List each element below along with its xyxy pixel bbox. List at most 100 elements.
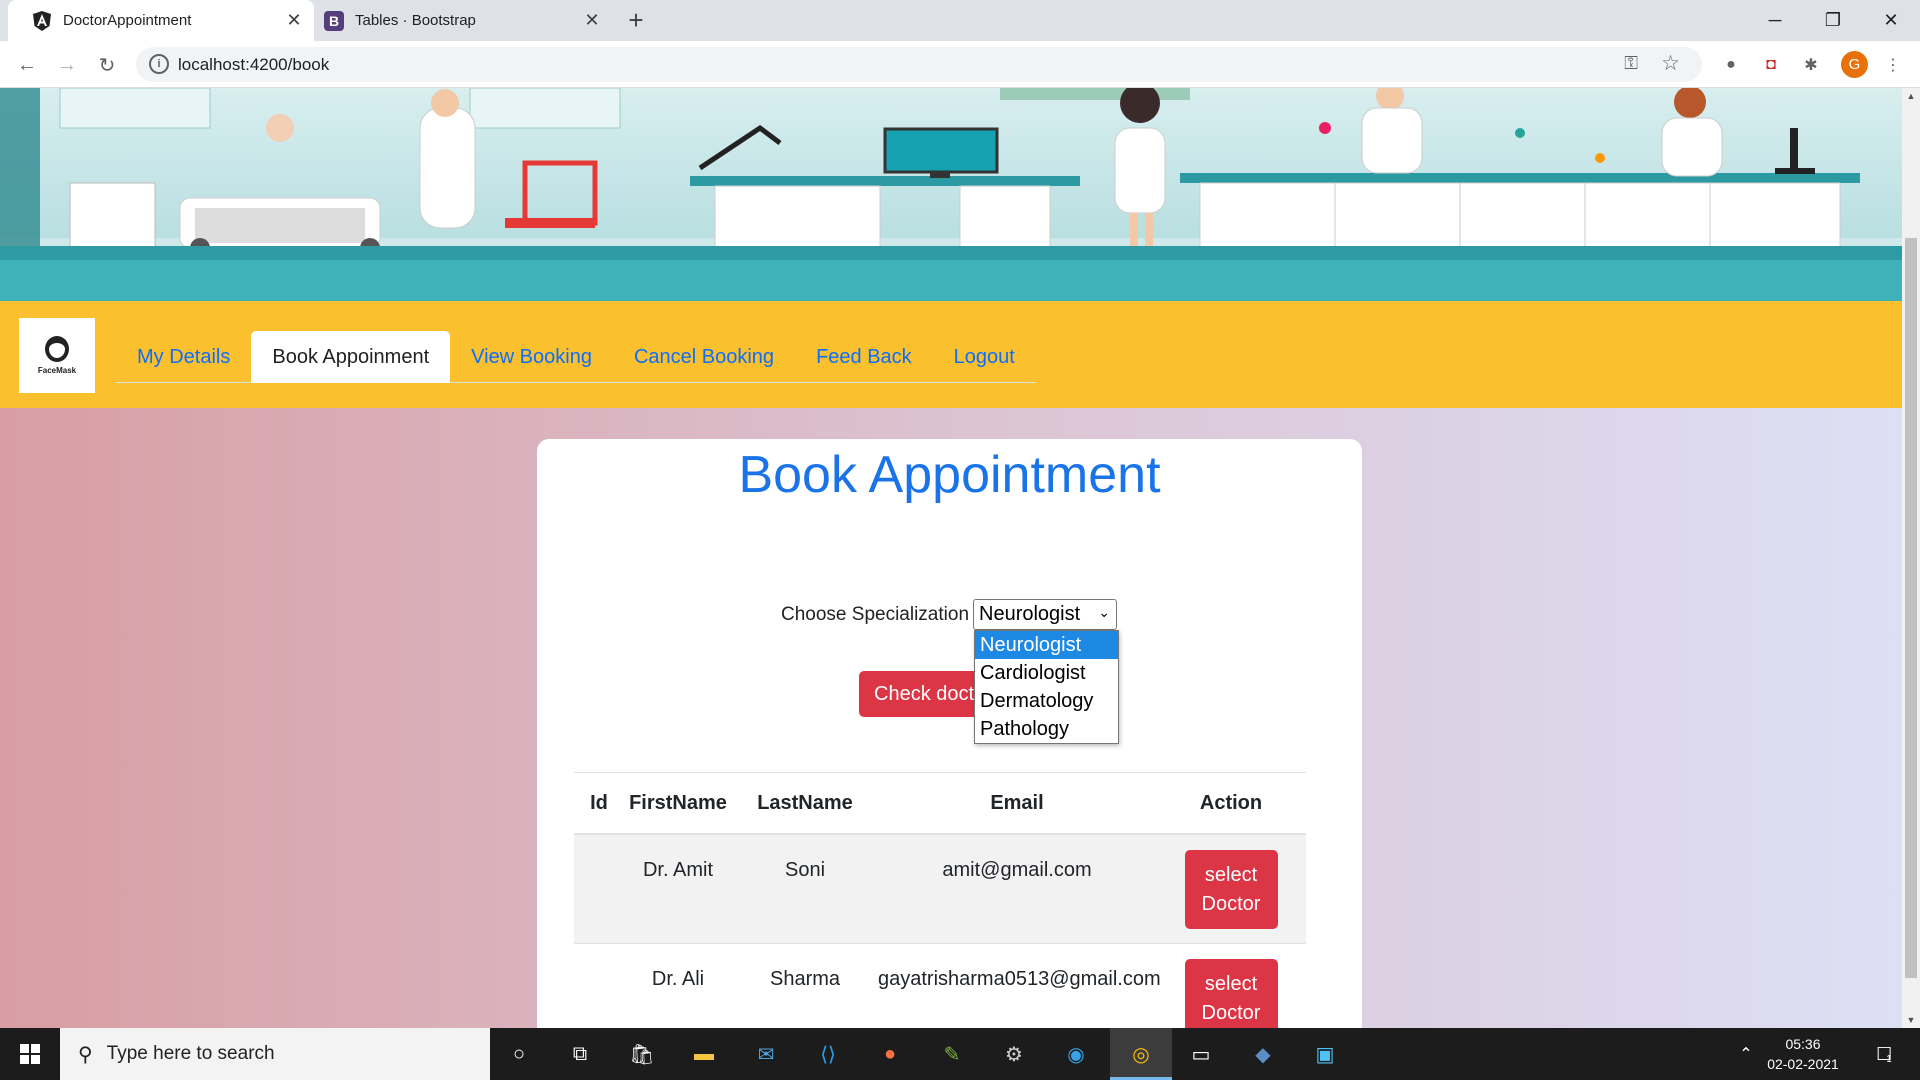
cell-email: amit@gmail.com — [942, 859, 1092, 881]
windows-taskbar: ⚲ Type here to search ○ ⧉ 🛍 ▬ ✉ ⟨⟩ ● ✎ ⚙… — [0, 1028, 1920, 1080]
address-bar: ← → ↻ i localhost:4200/book ⚿ ☆ ● ◘ ✱ G … — [0, 41, 1920, 88]
tab-bootstrap-tables[interactable]: B Tables · Bootstrap ✕ — [314, 0, 612, 41]
table-header-row: Id FirstName LastName Email Action — [574, 773, 1306, 835]
chevron-down-icon: ⌄ — [1098, 604, 1110, 620]
doctors-table: Id FirstName LastName Email Action Dr. A… — [574, 772, 1306, 1028]
check-doctors-button[interactable]: Check doctors — [859, 671, 975, 717]
chrome-icon[interactable]: ◎ — [1123, 1036, 1159, 1072]
tab-title: DoctorAppointment — [63, 12, 192, 29]
notification-center-icon[interactable]: ☐ 1 — [1864, 1028, 1904, 1080]
back-arrow-icon[interactable]: ← — [13, 51, 41, 79]
extensions-puzzle-icon[interactable]: ✱ — [1800, 54, 1822, 76]
specialization-option[interactable]: Neurologist — [975, 631, 1118, 659]
window-controls: ─ ❐ ✕ — [1746, 0, 1920, 41]
minimize-icon[interactable]: ─ — [1746, 0, 1804, 41]
nav-tab-my-details[interactable]: My Details — [116, 331, 251, 383]
nav-tab-feed-back[interactable]: Feed Back — [795, 331, 933, 383]
new-tab-icon[interactable]: + — [624, 5, 648, 35]
column-header-firstname: FirstName — [629, 791, 727, 814]
forward-arrow-icon[interactable]: → — [53, 51, 81, 79]
specialization-option[interactable]: Dermatology — [975, 687, 1118, 715]
tab-doctor-appointment[interactable]: DoctorAppointment ✕ — [8, 0, 314, 41]
scroll-down-arrow-icon[interactable]: ▼ — [1902, 1012, 1920, 1028]
menu-dots-icon[interactable]: ⋮ — [1882, 54, 1904, 76]
extension-shield-icon[interactable]: ◘ — [1760, 54, 1782, 76]
key-icon[interactable]: ⚿ — [1624, 53, 1638, 74]
show-hidden-icons-chevron-up-icon[interactable]: ⌃ — [1734, 1028, 1758, 1080]
facemask-logo-icon — [45, 336, 69, 362]
reload-icon[interactable]: ↻ — [93, 51, 121, 79]
taskbar-clock[interactable]: 05:36 02-02-2021 — [1758, 1034, 1848, 1074]
angular-icon — [32, 10, 52, 31]
search-placeholder: Type here to search — [106, 1043, 275, 1064]
extension-circles-icon[interactable]: ● — [1720, 54, 1742, 76]
nav-tab-cancel-booking[interactable]: Cancel Booking — [613, 331, 795, 383]
main-navbar: FaceMask My Details Book Appoinment View… — [0, 301, 1902, 408]
specialization-option[interactable]: Pathology — [975, 715, 1118, 743]
clock-date: 02-02-2021 — [1767, 1056, 1839, 1072]
eclipse-icon[interactable]: ⚙ — [996, 1036, 1032, 1072]
table-row: Dr. Ali Sharma gayatrisharma0513@gmail.c… — [574, 944, 1306, 1028]
start-button[interactable] — [0, 1028, 60, 1080]
browser-tab-strip: DoctorAppointment ✕ B Tables · Bootstrap… — [0, 0, 1920, 41]
nav-tab-logout[interactable]: Logout — [933, 331, 1036, 383]
logo-text: FaceMask — [37, 366, 77, 375]
nav-tab-view-booking[interactable]: View Booking — [450, 331, 613, 383]
tab-title: Tables · Bootstrap — [355, 12, 476, 29]
book-appointment-card: Book Appointment Choose Specialization N… — [537, 439, 1362, 1028]
column-header-lastname: LastName — [757, 791, 853, 814]
cell-firstname: Dr. Amit — [642, 859, 713, 881]
nav-tab-book-appointment[interactable]: Book Appoinment — [251, 331, 451, 383]
cell-lastname: Soni — [784, 859, 826, 881]
cell-firstname: Dr. Ali — [651, 968, 705, 990]
specialization-label: Choose Specialization — [781, 604, 970, 625]
profile-avatar[interactable]: G — [1841, 51, 1868, 78]
close-window-icon[interactable]: ✕ — [1862, 0, 1920, 41]
bookmark-star-icon[interactable]: ☆ — [1661, 51, 1680, 76]
specialization-option[interactable]: Cardiologist — [975, 659, 1118, 687]
scroll-up-arrow-icon[interactable]: ▲ — [1902, 88, 1920, 104]
site-info-icon[interactable]: i — [149, 54, 169, 74]
specialization-select[interactable]: Neurologist ⌄ — [973, 599, 1117, 630]
select-doctor-button[interactable]: select Doctor — [1184, 850, 1278, 929]
cell-id — [574, 835, 624, 943]
photos-icon[interactable]: ▣ — [1307, 1036, 1343, 1072]
table-row: Dr. Amit Soni amit@gmail.com select Doct… — [574, 835, 1306, 944]
taskbar-search-input[interactable]: ⚲ Type here to search — [60, 1028, 490, 1080]
scrollbar-thumb[interactable] — [1905, 238, 1917, 978]
file-explorer-icon[interactable]: ▬ — [686, 1036, 722, 1072]
cell-email: gayatrisharma0513@gmail.com — [878, 968, 1161, 990]
page-scrollbar[interactable]: ▲ ▼ — [1902, 88, 1920, 1028]
facemask-logo[interactable]: FaceMask — [19, 318, 95, 393]
cell-action: select Doctor — [1156, 835, 1306, 943]
column-header-action: Action — [1199, 791, 1263, 814]
store-icon[interactable]: 🛍 — [624, 1036, 660, 1072]
edge-icon[interactable]: ◉ — [1058, 1036, 1094, 1072]
task-view-icon[interactable]: ⧉ — [562, 1036, 598, 1072]
clock-time: 05:36 — [1785, 1036, 1821, 1052]
mail-icon[interactable]: ✉ — [748, 1036, 784, 1072]
nav-tabs: My Details Book Appoinment View Booking … — [116, 331, 1036, 383]
notification-count: 1 — [1886, 1053, 1892, 1065]
vscode-icon[interactable]: ⟨⟩ — [810, 1036, 846, 1072]
select-doctor-button[interactable]: select Doctor — [1184, 959, 1278, 1028]
bootstrap-icon: B — [324, 10, 344, 31]
close-tab-icon[interactable]: ✕ — [284, 10, 304, 30]
cell-id — [574, 944, 624, 1028]
notepad-plus-icon[interactable]: ✎ — [934, 1036, 970, 1072]
cortana-icon[interactable]: ○ — [501, 1036, 537, 1072]
windows-logo-icon — [20, 1044, 40, 1064]
terminal-icon[interactable]: ▭ — [1183, 1036, 1219, 1072]
close-tab-icon[interactable]: ✕ — [582, 10, 602, 30]
postman-icon[interactable]: ● — [872, 1036, 908, 1072]
url-input[interactable]: i localhost:4200/book ⚿ ☆ — [136, 47, 1702, 82]
specialization-selected-value: Neurologist — [979, 603, 1081, 625]
mysql-workbench-icon[interactable]: ◆ — [1245, 1036, 1281, 1072]
page-title: Book Appointment — [738, 446, 1161, 504]
maximize-icon[interactable]: ❐ — [1804, 0, 1862, 41]
specialization-dropdown-list: Neurologist Cardiologist Dermatology Pat… — [974, 630, 1119, 744]
search-icon: ⚲ — [78, 1043, 93, 1066]
column-header-email: Email — [990, 791, 1044, 814]
hospital-banner-image — [0, 88, 1902, 301]
column-header-id: Id — [590, 791, 608, 814]
